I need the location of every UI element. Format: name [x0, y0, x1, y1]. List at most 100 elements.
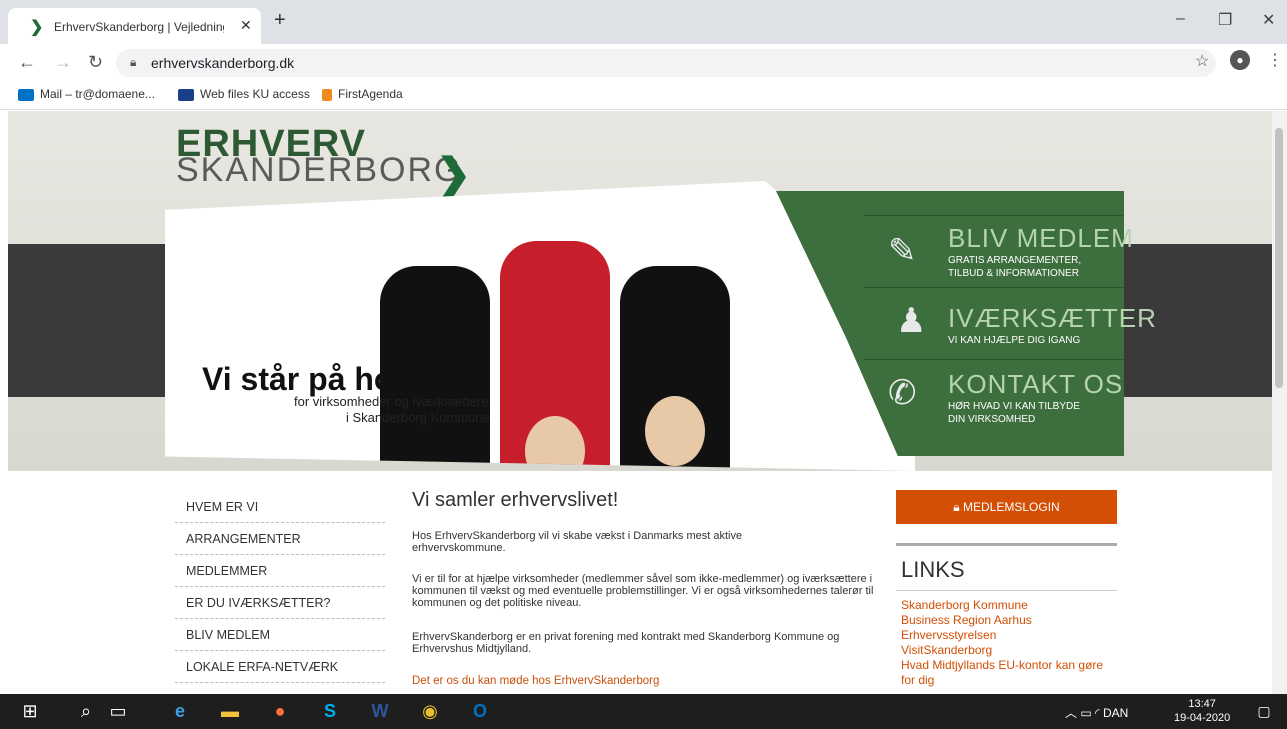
skype-icon[interactable]: S [318, 699, 342, 723]
logo-line2[interactable]: SKANDERBORG [176, 151, 463, 190]
hero-subline: i Skanderborg Kommune [346, 410, 490, 425]
person-head [525, 416, 585, 471]
lock-icon: 🔒︎ [953, 500, 964, 514]
tab-strip: ❯ ErhvervSkanderborg | Vejledning ✕ + – … [0, 0, 1287, 44]
search-icon[interactable]: ⌕ [74, 699, 98, 723]
cta-sub: VI KAN HJÆLPE DIG IGANG [948, 335, 1081, 346]
panel-divider [863, 359, 1123, 360]
cta-title: KONTAKT OS [948, 369, 1124, 399]
firstagenda-icon [322, 88, 332, 101]
person-head [645, 396, 705, 466]
person-figure [500, 241, 610, 471]
task-view-icon[interactable]: ▭ [106, 699, 130, 723]
nav-lokale-erfa[interactable]: LOKALE ERFA-NETVÆRK [175, 651, 385, 683]
new-tab-icon[interactable]: + [274, 10, 286, 30]
bookmark-label: FirstAgenda [338, 87, 403, 101]
panel-divider [863, 215, 1123, 216]
clock-time: 13:47 [1188, 698, 1216, 710]
menu-icon[interactable]: ⋮ [1267, 50, 1283, 70]
back-icon[interactable]: ← [18, 52, 36, 73]
close-tab-icon[interactable]: ✕ [240, 17, 252, 34]
hero-subline: for virksomheder og iværksættere [294, 394, 489, 409]
cta-sub: HØR HVAD VI KAN TILBYDE [948, 401, 1080, 412]
url-text: erhvervskanderborg.dk [151, 55, 295, 71]
wifi-icon[interactable]: ◜ [1095, 706, 1103, 720]
page-title: Vi samler erhvervslivet! [412, 489, 619, 511]
site-favicon-icon: ❯ [30, 19, 44, 36]
file-explorer-icon[interactable]: ▬ [218, 699, 242, 723]
clock[interactable]: 13:47 19-04-2020 [1174, 697, 1230, 725]
bookmarks-bar: Mail – tr@domaene... Web files KU access… [0, 80, 1287, 110]
bookmark-star-icon[interactable]: ☆ [1195, 51, 1209, 71]
notifications-icon[interactable]: ▢ [1252, 699, 1276, 723]
cta-kontakt-os[interactable]: KONTAKT OS HØR HVAD VI KAN TILBYDE DIN V… [948, 369, 1123, 426]
nav-ivaerksaetter[interactable]: ER DU IVÆRKSÆTTER? [175, 587, 385, 619]
cta-bliv-medlem[interactable]: BLIV MEDLEM GRATIS ARRANGEMENTER, TILBUD… [948, 223, 1134, 280]
toolbar: ← → ↻ 🔒︎ erhvervskanderborg.dk ☆ ● ⋮ [0, 44, 1287, 80]
document-icon: ✎ [888, 232, 917, 270]
nav-medlemmer[interactable]: MEDLEMMER [175, 555, 385, 587]
bookmark-firstagenda[interactable]: FirstAgenda [322, 87, 403, 101]
ku-icon [178, 88, 194, 101]
links-divider [896, 590, 1117, 591]
login-label: MEDLEMSLOGIN [963, 500, 1060, 514]
links-top-rule [896, 543, 1117, 546]
cta-sub: DIN VIRKSOMHED [948, 414, 1036, 425]
link-item[interactable]: Skanderborg Kommune [901, 598, 1117, 613]
hero-headline: Vi står på hovedet [202, 361, 478, 397]
intro-paragraph: Hos ErhvervSkanderborg vil vi skabe væks… [412, 530, 743, 554]
tab-title: ErhvervSkanderborg | Vejledning [54, 20, 224, 34]
bookmark-webfiles[interactable]: Web files KU access [178, 87, 310, 101]
intro-paragraph: Vi er til for at hjælpe virksomheder (me… [412, 573, 874, 609]
links-list: Skanderborg Kommune Business Region Aarh… [901, 598, 1117, 688]
reload-icon[interactable]: ↻ [88, 52, 103, 73]
page-viewport: ERHVERV SKANDERBORG ❯ Vi står på hovedet… [8, 111, 1279, 694]
forward-icon[interactable]: → [54, 52, 72, 73]
link-item[interactable]: Hvad Midtjyllands EU-kontor kan gøre for… [901, 658, 1117, 688]
system-tray: ︿ ▭ ◜ DAN [1065, 704, 1128, 721]
nav-arrangementer[interactable]: ARRANGEMENTER [175, 523, 385, 555]
link-item[interactable]: VisitSkanderborg [901, 643, 1117, 658]
links-heading: LINKS [901, 557, 965, 582]
member-login-button[interactable]: 🔒︎ MEDLEMSLOGIN [896, 490, 1117, 524]
panel-divider [863, 287, 1123, 288]
left-navigation: HVEM ER VI ARRANGEMENTER MEDLEMMER ER DU… [175, 491, 385, 683]
cta-sub: GRATIS ARRANGEMENTER, [948, 255, 1082, 266]
nav-hvem-er-vi[interactable]: HVEM ER VI [175, 491, 385, 523]
tab-active[interactable]: ❯ ErhvervSkanderborg | Vejledning ✕ [8, 8, 261, 44]
minimize-icon[interactable]: – [1176, 10, 1185, 28]
link-item[interactable]: Business Region Aarhus [901, 613, 1117, 628]
cta-title: BLIV MEDLEM [948, 223, 1134, 253]
restore-icon[interactable]: ❐ [1218, 10, 1232, 30]
scrollbar-thumb[interactable] [1275, 128, 1283, 388]
chevron-up-icon[interactable]: ︿ [1065, 706, 1077, 720]
close-window-icon[interactable]: ✕ [1262, 10, 1275, 30]
cta-sub: TILBUD & INFORMATIONER [948, 268, 1079, 279]
word-icon[interactable]: W [368, 699, 392, 723]
phone-icon: ✆ [888, 374, 917, 412]
outlook-icon[interactable]: O [468, 699, 492, 723]
link-item[interactable]: Erhvervsstyrelsen [901, 628, 1117, 643]
intro-paragraph: ErhvervSkanderborg er en privat forening… [412, 631, 840, 655]
edge-icon[interactable]: e [168, 699, 192, 723]
cta-ivaerksaetter[interactable]: IVÆRKSÆTTER VI KAN HJÆLPE DIG IGANG [948, 303, 1157, 347]
lock-icon: 🔒︎ [130, 55, 137, 69]
address-input[interactable]: 🔒︎ erhvervskanderborg.dk [116, 49, 1216, 77]
windows-start-icon[interactable]: ⊞ [18, 699, 42, 723]
logo-chevron-icon: ❯ [436, 150, 472, 197]
battery-icon[interactable]: ▭ [1080, 706, 1095, 720]
cta-title: IVÆRKSÆTTER [948, 303, 1157, 333]
more-link[interactable]: Det er os du kan møde hos ErhvervSkander… [412, 675, 659, 687]
profile-icon[interactable]: ● [1230, 50, 1250, 70]
language-indicator[interactable]: DAN [1103, 706, 1128, 720]
bookmark-label: Web files KU access [200, 87, 310, 101]
firefox-icon[interactable]: ● [268, 699, 292, 723]
outlook-icon [18, 88, 34, 101]
windows-taskbar: ⊞ ⌕ ▭ e ▬ ● S W ◉ O ︿ ▭ ◜ DAN 13:47 19-0… [0, 694, 1287, 729]
person-icon: ♟ [896, 302, 927, 340]
bookmark-label: Mail – tr@domaene... [40, 87, 155, 101]
clock-date: 19-04-2020 [1174, 712, 1231, 724]
bookmark-mail[interactable]: Mail – tr@domaene... [18, 87, 155, 101]
chrome-icon[interactable]: ◉ [418, 699, 442, 723]
nav-bliv-medlem[interactable]: BLIV MEDLEM [175, 619, 385, 651]
